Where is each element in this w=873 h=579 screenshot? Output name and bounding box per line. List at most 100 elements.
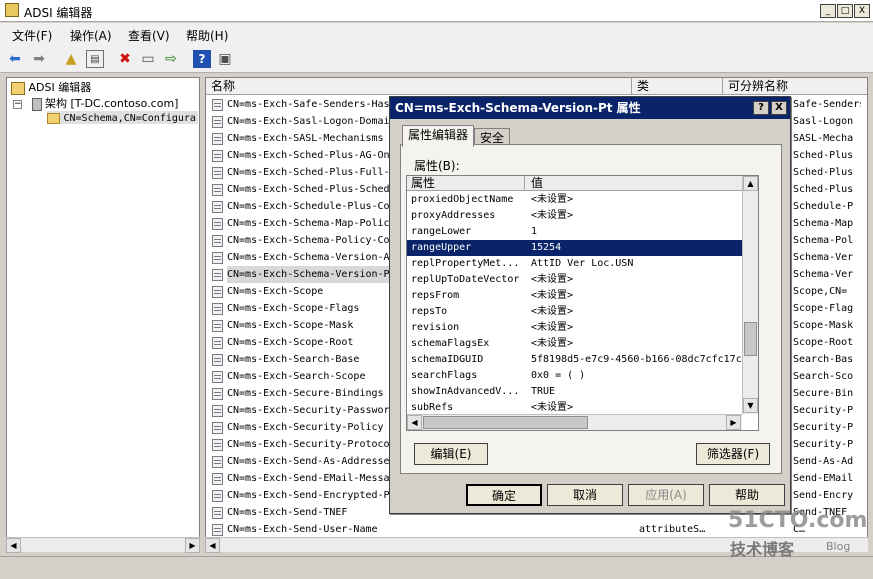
dialog-help-button[interactable]: ? [753,101,769,115]
scroll-up-icon[interactable]: ▲ [743,176,758,191]
delete-icon[interactable]: ✖ [116,50,134,68]
edit-button[interactable]: 编辑(E) [414,443,488,465]
attribute-name: proxyAddresses [411,210,496,221]
title-bar: ADSI 编辑器 _ □ X [0,0,873,22]
list-item-name: CN=ms-Exch-Schema-Map-Policy [227,218,392,229]
attribute-row[interactable]: searchFlags 0x0 = ( ) [407,368,742,384]
list-item-name: CN=ms-Exch-Sched-Plus-Schedist [227,184,392,195]
attribute-schema-icon [212,405,223,417]
console-icon[interactable]: ▣ [216,50,234,68]
attribute-vertical-scrollbar[interactable]: ▲ ▼ [742,176,758,414]
menu-view[interactable]: 查看(V) [128,27,170,44]
scroll-thumb[interactable] [423,416,588,429]
attribute-row[interactable]: replUpToDateVector <未设置> [407,272,742,288]
attribute-row[interactable]: proxyAddresses <未设置> [407,208,742,224]
column-header-name[interactable]: 名称 [206,78,632,95]
attribute-value: <未设置> [531,274,574,285]
menu-file[interactable]: 文件(F) [12,27,52,44]
attribute-list: 属性 值 proxiedObjectName <未设置> proxyAddresse… [406,175,759,431]
attribute-schema-icon [212,456,223,468]
scroll-left-icon[interactable]: ◀ [6,538,21,553]
list-item-dn: Send-Encry [793,490,854,501]
list-item-dn: Send-EMail [793,473,854,484]
attribute-row[interactable]: proxiedObjectName <未设置> [407,192,742,208]
tree-item-root[interactable]: ADSI 编辑器 [11,79,91,95]
cancel-button[interactable]: 取消 [547,484,623,506]
menu-help[interactable]: 帮助(H) [186,27,228,44]
attribute-row[interactable]: revision <未设置> [407,320,742,336]
filter-button[interactable]: 筛选器(F) [696,443,770,465]
up-folder-icon[interactable]: ▲ [62,50,80,68]
attribute-row[interactable]: rangeUpper 15254 [407,240,742,256]
list-item-dn: Sasl-Logon [793,116,854,127]
attribute-value: 5f8198d5-e7c9-4560-b166-08dc7cfc17c [531,354,741,365]
attribute-name: searchFlags [411,370,478,381]
minimize-button[interactable]: _ [820,4,836,18]
scroll-right-icon[interactable]: ▶ [185,538,200,553]
collapse-icon[interactable]: − [13,99,22,109]
maximize-button[interactable]: □ [837,4,853,18]
menu-action[interactable]: 操作(A) [70,27,112,44]
column-header-dn[interactable]: 可分辨名称 [723,78,867,95]
tree-item-container[interactable]: CN=Schema,CN=Configuration [47,111,198,124]
show-hide-tree-icon[interactable]: ▤ [86,50,104,68]
forward-arrow-icon[interactable]: ➡ [30,50,48,68]
tab-attribute-editor[interactable]: 属性编辑器 [402,125,475,147]
dialog-close-button[interactable]: X [771,101,787,115]
attribute-value: <未设置> [531,338,574,349]
attribute-schema-icon [212,235,223,247]
column-header-attribute[interactable]: 属性 [407,176,525,191]
attribute-schema-icon [212,320,223,332]
list-item-name: CN=ms-Exch-Security-Policy [227,422,384,433]
attribute-row[interactable]: schemaIDGUID 5f8198d5-e7c9-4560-b166-08dc… [407,352,742,368]
ok-button[interactable]: 确定 [466,484,542,506]
attribute-row[interactable]: rangeLower 1 [407,224,742,240]
attribute-row[interactable]: repsFrom <未设置> [407,288,742,304]
attribute-schema-icon [212,133,223,145]
tree-pane: ADSI 编辑器 − 架构 [T-DC.contoso.com] CN=Sche… [6,77,200,552]
list-item-dn: Schema-Pol [793,235,854,246]
tree-horizontal-scrollbar[interactable]: ◀ ▶ [6,537,200,553]
list-item-dn: Schedule-P [793,201,854,212]
help-icon[interactable]: ? [193,50,211,68]
list-item-name: CN=ms-Exch-Safe-Senders-Hash [227,99,392,110]
attribute-schema-icon [212,184,223,196]
help-button[interactable]: 帮助 [709,484,785,506]
column-header-value[interactable]: 值 [525,176,543,191]
list-item-name: CN=ms-Exch-Schedule-Plus-Context [227,201,392,212]
list-item-dn: Scope-Flag [793,303,854,314]
attribute-row[interactable]: replPropertyMet... AttID Ver Loc.USN [407,256,742,272]
properties-dialog: CN=ms-Exch-Schema-Version-Pt 属性 ? X 属性编辑… [389,96,791,514]
column-header-class[interactable]: 类 [632,78,723,95]
attribute-name: replPropertyMet... [411,258,520,269]
attribute-row[interactable]: schemaFlagsEx <未设置> [407,336,742,352]
back-arrow-icon[interactable]: ⬅ [6,50,24,68]
attribute-schema-icon [212,473,223,485]
close-button[interactable]: X [854,4,870,18]
attribute-name: schemaIDGUID [411,354,484,365]
list-item-dn: Security-P [793,422,854,433]
scroll-right-icon[interactable]: ▶ [726,415,741,430]
attribute-horizontal-scrollbar[interactable]: ◀ ▶ [407,414,742,430]
scroll-left-icon[interactable]: ◀ [205,538,220,553]
properties-icon[interactable]: ▭ [139,50,157,68]
apply-button[interactable]: 应用(A) [628,484,704,506]
scroll-left-icon[interactable]: ◀ [407,415,422,430]
attribute-name: repsTo [411,306,448,317]
attribute-row[interactable]: repsTo <未设置> [407,304,742,320]
attribute-schema-icon [212,354,223,366]
export-list-icon[interactable]: ⇨ [162,50,180,68]
attribute-row[interactable]: showInAdvancedV... TRUE [407,384,742,400]
scroll-thumb[interactable] [744,322,757,356]
list-item-name: CN=ms-Exch-Search-Scope [227,371,366,382]
scroll-down-icon[interactable]: ▼ [743,398,758,413]
tree-item-schema[interactable]: − 架构 [T-DC.contoso.com] [13,95,178,111]
list-item-class: attributeS… [639,524,706,535]
list-item-dn: Search-Bas [793,354,854,365]
list-item-dn: Scope-Mask [793,320,854,331]
attribute-name: repsFrom [411,290,460,301]
tree-root-label: ADSI 编辑器 [28,81,92,94]
attribute-schema-icon [212,490,223,502]
attribute-schema-icon [212,524,223,536]
attribute-schema-icon [212,99,223,111]
